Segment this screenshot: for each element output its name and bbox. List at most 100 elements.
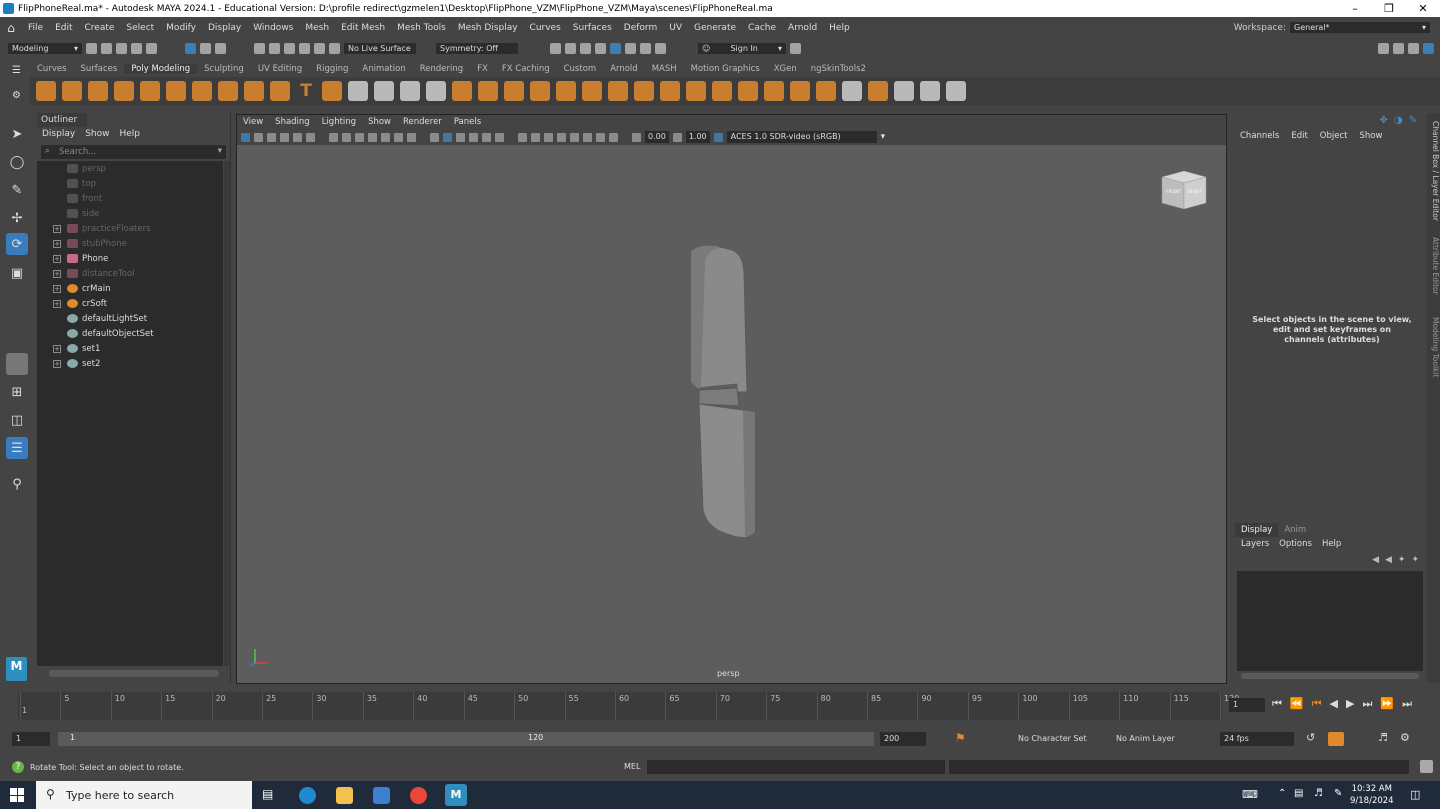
- channel-box-menu-channels[interactable]: Channels: [1240, 131, 1279, 141]
- move-layer-up-icon[interactable]: ◀: [1372, 555, 1379, 565]
- smooth-icon[interactable]: [530, 81, 550, 101]
- menu-uv[interactable]: UV: [663, 23, 688, 33]
- shelf-tab-curves[interactable]: Curves: [30, 64, 74, 74]
- safe-title-icon[interactable]: [407, 132, 416, 142]
- anim-layer-dropdown[interactable]: No Anim Layer: [1112, 732, 1192, 746]
- mel-input[interactable]: [647, 760, 945, 774]
- menu-curves[interactable]: Curves: [524, 23, 567, 33]
- shelf-tab-arnold[interactable]: Arnold: [603, 64, 645, 74]
- play-forwards-icon[interactable]: ▶: [1346, 697, 1354, 711]
- outliner-item[interactable]: + Phone: [37, 251, 223, 266]
- viewcube-front-label[interactable]: FRONT: [1166, 189, 1182, 195]
- volume-icon[interactable]: ♬: [1314, 788, 1323, 799]
- gate-mask-icon[interactable]: [368, 132, 377, 142]
- outliner-item[interactable]: + crMain: [37, 281, 223, 296]
- step-forward-icon[interactable]: ⏩: [1380, 697, 1394, 711]
- viewport-menu-view[interactable]: View: [237, 117, 269, 127]
- exposure-icon[interactable]: [632, 132, 641, 142]
- outliner-item[interactable]: + set2: [37, 356, 223, 371]
- chrome-icon[interactable]: [410, 787, 427, 804]
- chevron-down-icon[interactable]: ▾: [218, 146, 222, 156]
- outliner-layout-icon[interactable]: ☰: [6, 437, 28, 459]
- viewport-menu-show[interactable]: Show: [362, 117, 397, 127]
- color-management-icon[interactable]: [713, 132, 723, 142]
- shelf-tab-rigging[interactable]: Rigging: [309, 64, 355, 74]
- pause-icon[interactable]: [655, 42, 666, 54]
- tab-anim[interactable]: Anim: [1278, 523, 1312, 537]
- shelf-tab-fx-caching[interactable]: FX Caching: [495, 64, 557, 74]
- poly-torus-icon[interactable]: [140, 81, 160, 101]
- taskbar-clock[interactable]: 10:32 AM 9/18/2024: [1350, 783, 1394, 807]
- time-slider-bar[interactable]: 1 5 10 15 20 25 30 35 40 45 50 55 60 65 70 75 80 85 90 95 10…: [18, 692, 1239, 720]
- menu-help[interactable]: Help: [823, 23, 856, 33]
- symmetry-dropdown[interactable]: Symmetry: Off: [436, 42, 518, 54]
- network-icon[interactable]: ▤: [1294, 788, 1303, 799]
- remesh-icon[interactable]: [582, 81, 602, 101]
- outliner-item[interactable]: side: [37, 206, 223, 221]
- outliner-menu-show[interactable]: Show: [85, 129, 109, 139]
- modeling-toolkit-tab[interactable]: Modeling Toolkit: [1427, 317, 1440, 377]
- shelf-tab-ngskintools2[interactable]: ngSkinTools2: [804, 64, 873, 74]
- poly-cube-icon[interactable]: [62, 81, 82, 101]
- menu-edit-mesh[interactable]: Edit Mesh: [335, 23, 391, 33]
- step-back-icon[interactable]: ⏪: [1290, 697, 1304, 711]
- gamma-icon[interactable]: [672, 132, 682, 142]
- poly-plane-icon[interactable]: [166, 81, 186, 101]
- select-tool-icon[interactable]: ➤: [6, 123, 28, 145]
- help-menu[interactable]: Help: [1322, 539, 1341, 549]
- shelf-tab-surfaces[interactable]: Surfaces: [74, 64, 125, 74]
- undo-icon[interactable]: [131, 42, 142, 54]
- viewport-menu-renderer[interactable]: Renderer: [397, 117, 448, 127]
- fps-dropdown[interactable]: 24 fps: [1220, 732, 1294, 746]
- shelf-tab-poly-modeling[interactable]: Poly Modeling: [124, 64, 198, 74]
- retopologize-icon[interactable]: [608, 81, 628, 101]
- viewcube-right-label[interactable]: RIGHT: [1188, 189, 1202, 195]
- gamma-field[interactable]: 1.00: [685, 131, 710, 143]
- expand-icon[interactable]: +: [53, 269, 61, 278]
- new-scene-icon[interactable]: [86, 42, 97, 54]
- help-search-icon[interactable]: [790, 42, 801, 54]
- store-icon[interactable]: [373, 787, 390, 804]
- sound-icon[interactable]: ♬: [1378, 731, 1388, 744]
- move-layer-down-icon[interactable]: ◀: [1385, 555, 1392, 565]
- select-hierarchy-icon[interactable]: [185, 42, 196, 54]
- colorspace-dropdown[interactable]: ACES 1.0 SDR-video (sRGB): [726, 131, 877, 143]
- backface-culling-icon[interactable]: [609, 132, 618, 142]
- outliner-item[interactable]: + crSoft: [37, 296, 223, 311]
- ambient-occlusion-icon[interactable]: [518, 132, 527, 142]
- menu-create[interactable]: Create: [79, 23, 121, 33]
- character-set-dropdown[interactable]: No Character Set: [1014, 732, 1100, 746]
- step-back-key-icon[interactable]: ⏮: [1312, 697, 1322, 711]
- mirror-icon[interactable]: [400, 81, 420, 101]
- go-to-start-icon[interactable]: ⏮: [1272, 697, 1282, 711]
- outliner-item[interactable]: + stubPhone: [37, 236, 223, 251]
- new-layer-icon[interactable]: ✦: [1398, 555, 1406, 565]
- center-pivot-icon[interactable]: [426, 81, 446, 101]
- tool-settings-icon[interactable]: [1408, 42, 1419, 54]
- viewport-panel[interactable]: View Shading Lighting Show Renderer Panels: [236, 114, 1227, 684]
- outliner-item[interactable]: front: [37, 191, 223, 206]
- mel-label[interactable]: MEL: [624, 762, 640, 771]
- rotate-tool-icon[interactable]: ⟳: [6, 233, 28, 255]
- two-view-layout-icon[interactable]: ◫: [6, 409, 28, 431]
- shelf-tab-sculpting[interactable]: Sculpting: [197, 64, 251, 74]
- edit-icon[interactable]: ✎: [1409, 115, 1417, 126]
- live-surface-field[interactable]: No Live Surface: [344, 42, 416, 54]
- outliner-item[interactable]: defaultLightSet: [37, 311, 223, 326]
- tab-display[interactable]: Display: [1235, 523, 1279, 537]
- bevel-icon[interactable]: [686, 81, 706, 101]
- collapse-icon[interactable]: [816, 81, 836, 101]
- loop-icon[interactable]: ↺: [1306, 731, 1315, 744]
- wireframe-icon[interactable]: [430, 132, 439, 142]
- shelf-tab-animation[interactable]: Animation: [355, 64, 412, 74]
- menu-generate[interactable]: Generate: [688, 23, 742, 33]
- bridge-icon[interactable]: [660, 81, 680, 101]
- hypershade-icon[interactable]: [610, 42, 621, 54]
- taskbar-search[interactable]: ⚲ Type here to search: [36, 781, 252, 809]
- fill-hole-icon[interactable]: [712, 81, 732, 101]
- shadows-icon[interactable]: [495, 132, 504, 142]
- outliner-item[interactable]: + practiceFloaters: [37, 221, 223, 236]
- move-tool-icon[interactable]: ✢: [6, 207, 28, 229]
- field-chart-icon[interactable]: [381, 132, 390, 142]
- textured-icon[interactable]: [469, 132, 478, 142]
